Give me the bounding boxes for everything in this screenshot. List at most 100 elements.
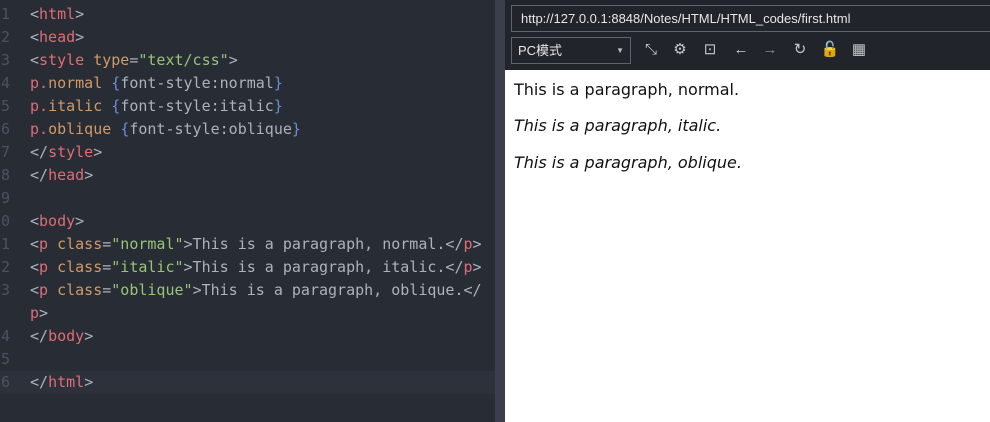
back-icon[interactable]: ←	[731, 40, 751, 60]
code-token: </	[30, 327, 49, 345]
code-line[interactable]: 3 <style type="text/css">	[0, 49, 495, 72]
line-number: 6	[0, 373, 10, 391]
code-text: <p class="normal">This is a paragraph, n…	[30, 233, 482, 256]
code-line[interactable]: 6 p.oblique {font-style:oblique}	[0, 118, 495, 141]
code-line[interactable]: 4 </body>	[0, 325, 495, 348]
paragraph-oblique: This is a paragraph, oblique.	[514, 153, 742, 172]
code-token: {	[111, 97, 121, 115]
code-token: {	[120, 120, 130, 138]
code-token: >	[75, 212, 85, 230]
line-number: 4	[0, 74, 10, 92]
code-token: =	[102, 235, 112, 253]
code-text: </style>	[30, 141, 102, 164]
settings-icon[interactable]: ⚙	[670, 40, 690, 60]
code-token: p	[39, 235, 58, 253]
code-token: style	[39, 51, 94, 69]
code-token: {	[111, 74, 121, 92]
code-token: class	[57, 258, 103, 276]
unlock-icon[interactable]: 🔓	[820, 40, 840, 60]
code-token: body	[39, 212, 76, 230]
code-line[interactable]: 0 <body>	[0, 210, 495, 233]
code-text: <style type="text/css">	[30, 49, 238, 72]
code-line[interactable]: 2 <p class="italic">This is a paragraph, …	[0, 256, 495, 279]
line-number: 5	[0, 350, 10, 368]
line-number: 8	[0, 166, 10, 184]
line-number: 0	[0, 212, 10, 230]
code-token: <	[30, 212, 40, 230]
code-text: <head>	[30, 26, 84, 49]
code-token: >	[472, 235, 482, 253]
line-number: 5	[0, 97, 10, 115]
code-token: <	[30, 235, 40, 253]
mode-select[interactable]: PC模式 ▼	[511, 37, 631, 64]
code-token: =	[102, 258, 112, 276]
line-number: 2	[0, 258, 10, 276]
line-number: 3	[0, 51, 10, 69]
code-line[interactable]: 8 </head>	[0, 164, 495, 187]
code-line[interactable]: 5 p.italic {font-style:italic}	[0, 95, 495, 118]
code-line[interactable]: 6 </html>	[0, 371, 495, 394]
url-bar[interactable]: http://127.0.0.1:8848/Notes/HTML/HTML_co…	[511, 5, 990, 32]
paragraph-italic: This is a paragraph, italic.	[514, 116, 722, 135]
line-number: 4	[0, 327, 10, 345]
line-number: 6	[0, 120, 10, 138]
code-text: <html>	[30, 3, 84, 26]
code-token: </	[30, 143, 49, 161]
code-line[interactable]: 4 p.normal {font-style:normal}	[0, 72, 495, 95]
code-token: <	[30, 258, 40, 276]
code-token: >This is a paragraph, italic.</	[183, 258, 464, 276]
code-line[interactable]: 2 <head>	[0, 26, 495, 49]
reload-icon[interactable]: ↻	[790, 40, 810, 60]
code-text: </html>	[30, 371, 93, 394]
code-token: >	[472, 258, 482, 276]
code-line[interactable]: p>	[0, 302, 495, 325]
code-token: type	[93, 51, 130, 69]
rendered-page: This is a paragraph, normal. This is a p…	[505, 70, 990, 422]
code-token: >This is a paragraph, oblique.</	[192, 281, 482, 299]
chevron-down-icon: ▼	[616, 46, 624, 55]
code-token: >	[84, 327, 94, 345]
open-external-icon[interactable]: ⤡	[641, 40, 661, 60]
code-text: <body>	[30, 210, 84, 233]
editor-scrollbar[interactable]	[495, 0, 505, 422]
code-token: >This is a paragraph, normal.</	[183, 235, 464, 253]
code-line[interactable]: 7 </style>	[0, 141, 495, 164]
code-text: </body>	[30, 325, 93, 348]
code-text: </head>	[30, 164, 93, 187]
forward-icon[interactable]: →	[760, 40, 780, 60]
line-number: 1	[0, 235, 10, 253]
code-token: =	[102, 281, 112, 299]
code-token: p	[39, 281, 58, 299]
code-token: p.	[30, 120, 49, 138]
code-line[interactable]: 9	[0, 187, 495, 210]
terminal-icon[interactable]: ⊡	[700, 40, 720, 60]
code-line[interactable]: 3 <p class="oblique">This is a paragraph,…	[0, 279, 495, 302]
code-token: p.	[30, 74, 49, 92]
code-token: p	[463, 258, 473, 276]
code-editor[interactable]: 1 <html> 2 <head> 3 <style type="text/css"> 4 p…	[0, 0, 495, 422]
code-token: html	[39, 5, 76, 23]
code-line[interactable]: 5	[0, 348, 495, 371]
code-text: <p class="oblique">This is a paragraph, …	[30, 279, 482, 302]
code-line[interactable]: 1 <html>	[0, 3, 495, 26]
code-token: >	[228, 51, 238, 69]
code-text: p.italic {font-style:italic}	[30, 95, 283, 118]
code-token: }	[273, 97, 283, 115]
code-token: class	[57, 281, 103, 299]
line-number: 2	[0, 28, 10, 46]
code-text: p.normal {font-style:normal}	[30, 72, 283, 95]
code-token: }	[291, 120, 301, 138]
code-token: font-style:italic	[120, 97, 274, 115]
code-token: <	[30, 5, 40, 23]
code-text: p>	[30, 302, 48, 325]
code-line[interactable]: 1 <p class="normal">This is a paragraph, …	[0, 233, 495, 256]
code-token: >	[75, 5, 85, 23]
line-number: 1	[0, 5, 10, 23]
code-token: italic	[48, 97, 112, 115]
code-token: "oblique"	[111, 281, 193, 299]
code-token: <	[30, 51, 40, 69]
code-text: p.oblique {font-style:oblique}	[30, 118, 301, 141]
qr-code-icon[interactable]: ▦	[849, 40, 869, 60]
line-number: 7	[0, 143, 10, 161]
code-token: >	[39, 304, 49, 322]
